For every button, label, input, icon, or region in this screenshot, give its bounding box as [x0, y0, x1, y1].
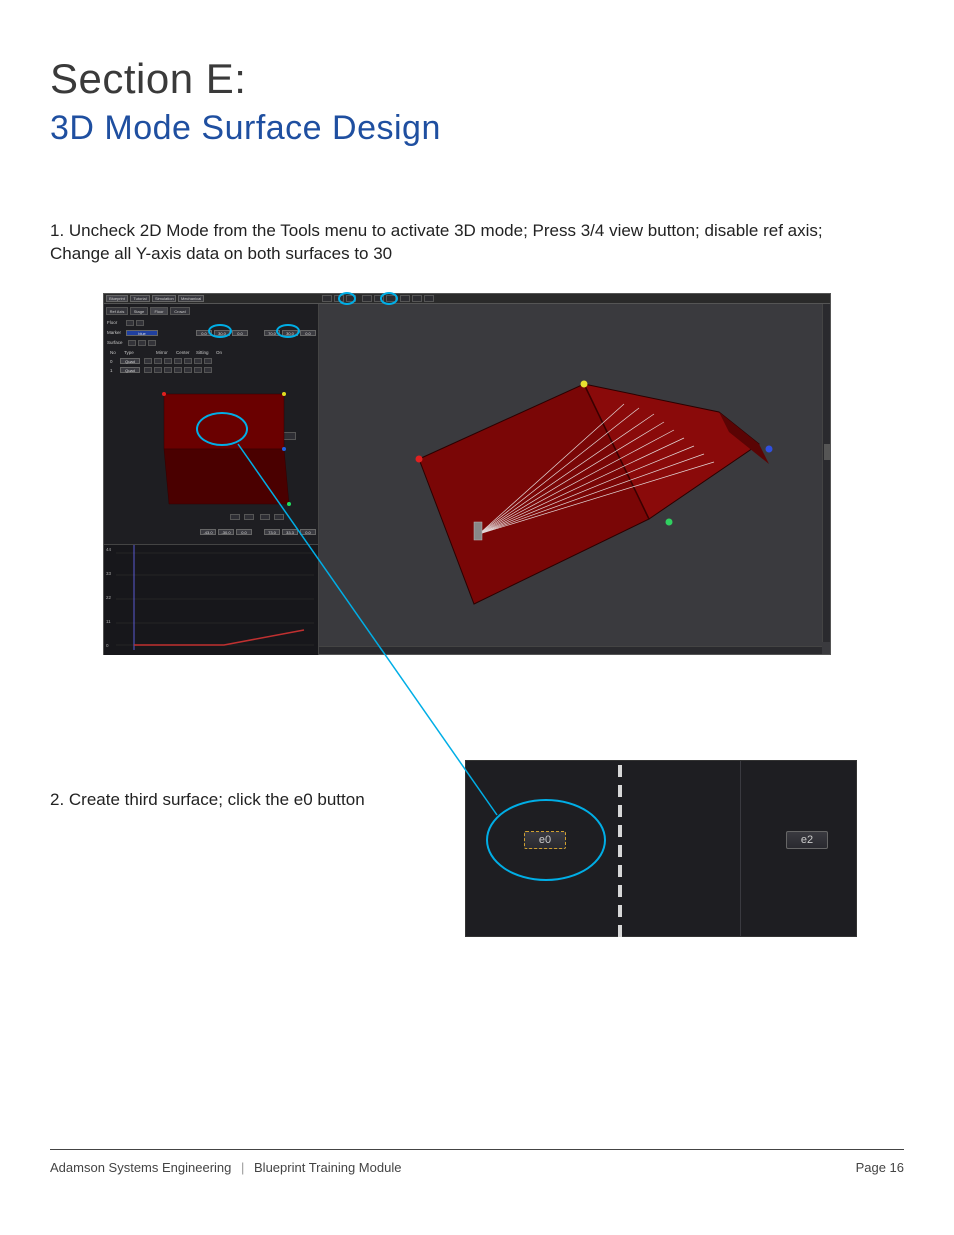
- nav-up[interactable]: [260, 514, 270, 520]
- elevation-svg: [104, 545, 319, 656]
- marker-z1[interactable]: 0.0: [300, 330, 316, 336]
- binp-r2[interactable]: 0.0: [300, 529, 316, 535]
- label-floor: Floor: [107, 320, 117, 325]
- tab-blueprint[interactable]: Blueprint: [106, 295, 128, 302]
- tab-mechanical[interactable]: Mechanical: [178, 295, 204, 302]
- subtab-crowd[interactable]: Crowd: [170, 307, 190, 315]
- view-btn-4[interactable]: [362, 295, 372, 302]
- view-btn-9[interactable]: [424, 295, 434, 302]
- row0-type[interactable]: Quad: [120, 358, 140, 364]
- screenshot-2: e0 e2: [465, 760, 857, 937]
- nav-left[interactable]: [230, 514, 240, 520]
- vscroll-thumb[interactable]: [824, 444, 830, 460]
- col-mirror: Mirror: [156, 350, 168, 355]
- row1-type[interactable]: Quad: [120, 367, 140, 373]
- nav-right[interactable]: [244, 514, 254, 520]
- highlight-ref-axis: [380, 292, 398, 305]
- subtab-stage[interactable]: Stage: [130, 307, 148, 315]
- highlight-e0: [196, 412, 248, 446]
- highlight-e0-large: [486, 799, 606, 881]
- marker-select[interactable]: blue: [126, 330, 158, 336]
- row1-cb5[interactable]: [184, 367, 192, 373]
- section-label: Section E:: [50, 55, 904, 103]
- nav-down[interactable]: [274, 514, 284, 520]
- dashed-divider: [618, 765, 622, 932]
- view-btn-7[interactable]: [400, 295, 410, 302]
- row1-cb4[interactable]: [174, 367, 182, 373]
- subtab-floor[interactable]: Floor: [150, 307, 168, 315]
- surface-plus[interactable]: [138, 340, 146, 346]
- surface-preview: [134, 389, 294, 509]
- highlight-y0: [208, 324, 232, 338]
- elevation-graph: 44 33 22 11 0: [104, 544, 319, 655]
- row1-cb1[interactable]: [144, 367, 152, 373]
- binp-l0[interactable]: -43.0: [200, 529, 216, 535]
- footer-left: Adamson Systems Engineering | Blueprint …: [50, 1160, 401, 1175]
- subtab-refaxis[interactable]: Ref Axis: [106, 307, 128, 315]
- label-marker: Marker: [107, 330, 121, 335]
- footer-company: Adamson Systems Engineering: [50, 1160, 231, 1175]
- row0-cb3[interactable]: [164, 358, 172, 364]
- surface-copy[interactable]: [148, 340, 156, 346]
- row1-cb3[interactable]: [164, 367, 172, 373]
- surface-minus[interactable]: [128, 340, 136, 346]
- surface-preview-svg: [134, 389, 294, 509]
- 3d-scene-svg: [319, 304, 819, 644]
- col-sitting: Sitting: [196, 350, 209, 355]
- page-footer: Adamson Systems Engineering | Blueprint …: [50, 1149, 904, 1175]
- floor-plus[interactable]: [136, 320, 144, 326]
- tab-tutorial[interactable]: Tutorial: [130, 295, 150, 302]
- panel-separator: [740, 761, 741, 936]
- footer-module: Blueprint Training Module: [254, 1160, 401, 1175]
- highlight-3-4-view: [338, 292, 356, 305]
- row0-cb5[interactable]: [184, 358, 192, 364]
- step-1-text: 1. Uncheck 2D Mode from the Tools menu t…: [50, 220, 860, 266]
- row0-cb2[interactable]: [154, 358, 162, 364]
- marker-z0[interactable]: 0.0: [232, 330, 248, 336]
- view-btn-8[interactable]: [412, 295, 422, 302]
- row1-cb6[interactable]: [194, 367, 202, 373]
- row0-cb4[interactable]: [174, 358, 182, 364]
- row0-cb6[interactable]: [194, 358, 202, 364]
- viewport-scrollbar-vertical[interactable]: [822, 304, 830, 642]
- binp-l1[interactable]: -30.0: [218, 529, 234, 535]
- row1-cb2[interactable]: [154, 367, 162, 373]
- step-2-text: 2. Create third surface; click the e0 bu…: [50, 790, 365, 810]
- col-type: Type: [124, 350, 134, 355]
- row1-no: 1: [110, 368, 113, 373]
- col-on: On: [216, 350, 222, 355]
- label-surface: Surface: [107, 340, 123, 345]
- row0-cb7[interactable]: [204, 358, 212, 364]
- floor-minus[interactable]: [126, 320, 134, 326]
- row0-no: 0: [110, 359, 113, 364]
- viewport-scrollbar-horizontal[interactable]: [319, 646, 822, 654]
- binp-r1[interactable]: 33.3: [282, 529, 298, 535]
- e2-button[interactable]: e2: [786, 831, 828, 849]
- main-toolbar: Blueprint Tutorial Simulation Mechanical: [104, 294, 830, 304]
- binp-l2[interactable]: 0.0: [236, 529, 252, 535]
- row0-cb1[interactable]: [144, 358, 152, 364]
- page-title: 3D Mode Surface Design: [50, 109, 904, 148]
- row1-cb7[interactable]: [204, 367, 212, 373]
- highlight-y1: [276, 324, 300, 338]
- col-no: No: [110, 350, 116, 355]
- footer-page: Page 16: [856, 1160, 904, 1175]
- col-center: Center: [176, 350, 190, 355]
- 3d-viewport[interactable]: [319, 304, 830, 654]
- footer-separator: |: [241, 1160, 244, 1175]
- binp-r0[interactable]: 73.0: [264, 529, 280, 535]
- tab-simulation[interactable]: Simulation: [152, 295, 176, 302]
- view-btn-1[interactable]: [322, 295, 332, 302]
- screenshot-1: Blueprint Tutorial Simulation Mechanical…: [103, 293, 831, 655]
